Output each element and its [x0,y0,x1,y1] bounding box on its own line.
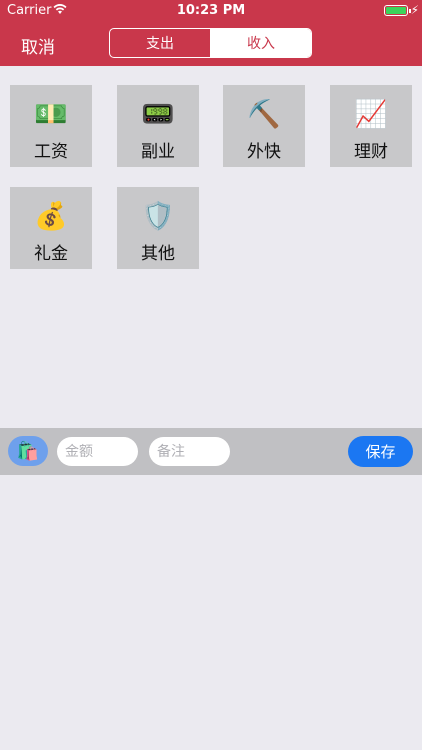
amount-input[interactable] [57,437,138,466]
tab-income[interactable]: 收入 [211,29,311,57]
battery-icon [384,5,411,16]
chart-increasing-icon: 📈 [354,99,388,130]
dollar-bill-icon: 💵 [34,99,68,130]
charging-icon: ⚡ [410,3,419,17]
nav-header: Carrier 10:23 PM ⚡ 取消 支出 收入 [0,0,422,66]
type-segmented-control: 支出 收入 [109,28,312,58]
category-label: 其他 [141,244,175,264]
tab-expense[interactable]: 支出 [110,29,211,57]
money-bag-icon: 💰 [34,201,68,232]
category-side-job[interactable]: 📟 副业 [117,85,199,167]
shopping-bags-icon: 🛍️ [16,440,40,462]
category-label: 副业 [141,142,175,162]
note-input[interactable] [149,437,230,466]
category-label: 礼金 [34,244,68,264]
category-investment[interactable]: 📈 理财 [330,85,412,167]
clock-label: 10:23 PM [176,3,246,18]
shield-icon: 🛡️ [141,201,175,232]
category-label: 工资 [34,142,68,162]
category-salary[interactable]: 💵 工资 [10,85,92,167]
cancel-button[interactable]: 取消 [21,33,55,58]
category-label: 外快 [247,142,281,162]
selected-category-button[interactable]: 🛍️ [8,436,48,466]
save-button[interactable]: 保存 [348,436,413,467]
pick-icon: ⛏️ [247,99,281,130]
status-bar: Carrier 10:23 PM ⚡ [0,0,422,22]
category-gift-money[interactable]: 💰 礼金 [10,187,92,269]
category-label: 理财 [354,142,388,162]
pager-icon: 📟 [141,99,175,130]
category-extra-income[interactable]: ⛏️ 外快 [223,85,305,167]
category-other[interactable]: 🛡️ 其他 [117,187,199,269]
